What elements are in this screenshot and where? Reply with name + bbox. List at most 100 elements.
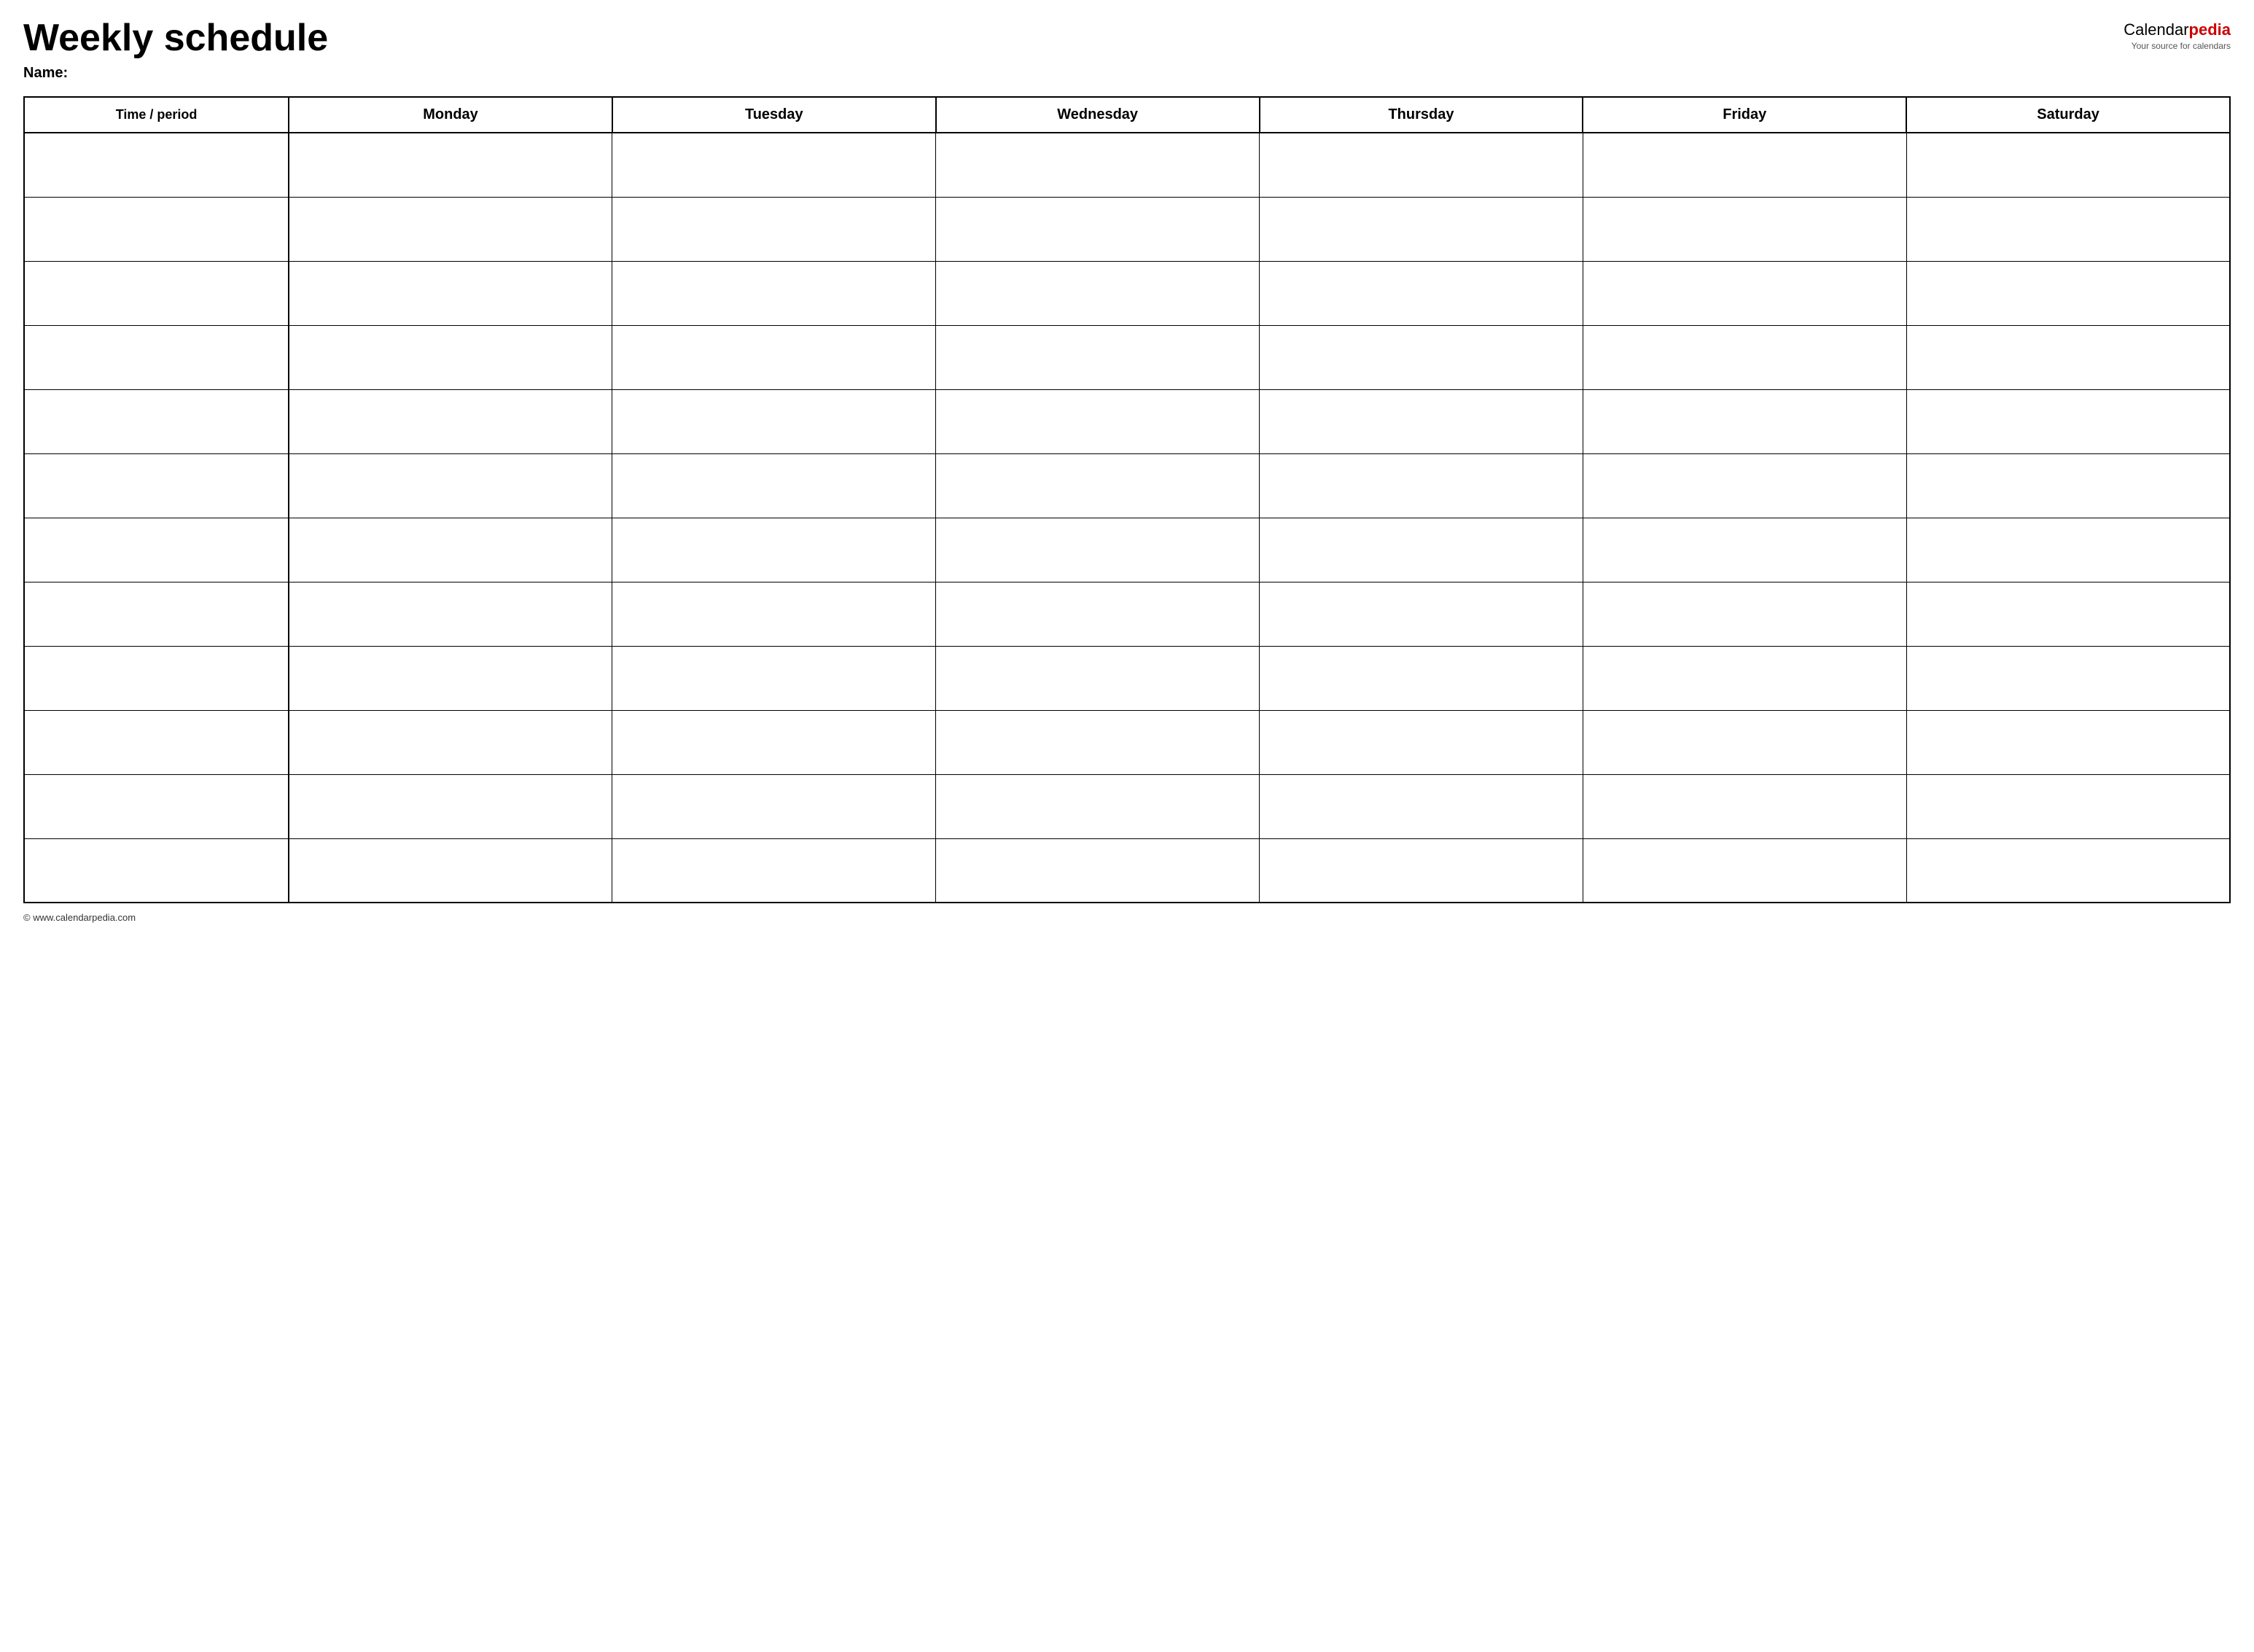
schedule-cell[interactable]: [289, 389, 612, 453]
schedule-cell[interactable]: [1906, 838, 2230, 903]
schedule-cell[interactable]: [1583, 133, 1906, 197]
schedule-cell[interactable]: [289, 774, 612, 838]
schedule-cell[interactable]: [1906, 261, 2230, 325]
schedule-cell[interactable]: [936, 133, 1260, 197]
schedule-cell[interactable]: [936, 710, 1260, 774]
schedule-cell[interactable]: [289, 582, 612, 646]
schedule-cell[interactable]: [936, 518, 1260, 582]
table-header-row: Time / period Monday Tuesday Wednesday T…: [24, 97, 2230, 133]
schedule-cell[interactable]: [1260, 518, 1583, 582]
time-cell[interactable]: [24, 453, 289, 518]
logo-container: Calendarpedia Your source for calendars: [2124, 20, 2231, 51]
time-cell[interactable]: [24, 518, 289, 582]
schedule-cell[interactable]: [1583, 325, 1906, 389]
schedule-cell[interactable]: [1260, 710, 1583, 774]
schedule-cell[interactable]: [1906, 518, 2230, 582]
schedule-cell[interactable]: [612, 710, 936, 774]
schedule-cell[interactable]: [1906, 389, 2230, 453]
schedule-cell[interactable]: [289, 838, 612, 903]
schedule-cell[interactable]: [1260, 646, 1583, 710]
time-cell[interactable]: [24, 838, 289, 903]
name-label: Name:: [23, 65, 2231, 82]
schedule-cell[interactable]: [1260, 133, 1583, 197]
schedule-cell[interactable]: [1583, 261, 1906, 325]
footer: © www.calendarpedia.com: [23, 912, 2231, 923]
schedule-cell[interactable]: [1906, 646, 2230, 710]
schedule-cell[interactable]: [612, 133, 936, 197]
schedule-cell[interactable]: [612, 389, 936, 453]
schedule-cell[interactable]: [1906, 582, 2230, 646]
schedule-cell[interactable]: [1583, 518, 1906, 582]
time-cell[interactable]: [24, 197, 289, 261]
schedule-cell[interactable]: [936, 261, 1260, 325]
schedule-cell[interactable]: [289, 518, 612, 582]
schedule-cell[interactable]: [289, 325, 612, 389]
schedule-cell[interactable]: [1906, 453, 2230, 518]
time-cell[interactable]: [24, 710, 289, 774]
schedule-cell[interactable]: [1583, 197, 1906, 261]
schedule-cell[interactable]: [289, 133, 612, 197]
schedule-cell[interactable]: [1906, 133, 2230, 197]
schedule-cell[interactable]: [289, 710, 612, 774]
schedule-cell[interactable]: [612, 774, 936, 838]
schedule-cell[interactable]: [1260, 453, 1583, 518]
time-cell[interactable]: [24, 646, 289, 710]
schedule-cell[interactable]: [936, 453, 1260, 518]
table-row: [24, 838, 2230, 903]
table-row: [24, 646, 2230, 710]
schedule-cell[interactable]: [1260, 389, 1583, 453]
schedule-cell[interactable]: [1260, 325, 1583, 389]
schedule-cell[interactable]: [1260, 261, 1583, 325]
schedule-cell[interactable]: [1906, 774, 2230, 838]
schedule-cell[interactable]: [289, 261, 612, 325]
schedule-cell[interactable]: [1906, 325, 2230, 389]
schedule-cell[interactable]: [936, 197, 1260, 261]
schedule-cell[interactable]: [1260, 582, 1583, 646]
schedule-cell[interactable]: [1906, 197, 2230, 261]
time-cell[interactable]: [24, 325, 289, 389]
header-saturday: Saturday: [1906, 97, 2230, 133]
table-row: [24, 389, 2230, 453]
schedule-cell[interactable]: [1583, 646, 1906, 710]
schedule-cell[interactable]: [1260, 774, 1583, 838]
schedule-cell[interactable]: [936, 838, 1260, 903]
schedule-cell[interactable]: [1583, 838, 1906, 903]
schedule-cell[interactable]: [1583, 710, 1906, 774]
header-wednesday: Wednesday: [936, 97, 1260, 133]
schedule-cell[interactable]: [936, 389, 1260, 453]
schedule-cell[interactable]: [612, 453, 936, 518]
schedule-cell[interactable]: [936, 774, 1260, 838]
schedule-cell[interactable]: [289, 197, 612, 261]
schedule-cell[interactable]: [1583, 389, 1906, 453]
schedule-cell[interactable]: [612, 646, 936, 710]
table-row: [24, 518, 2230, 582]
schedule-cell[interactable]: [289, 646, 612, 710]
logo-text: Calendarpedia: [2124, 20, 2231, 39]
time-cell[interactable]: [24, 389, 289, 453]
table-row: [24, 710, 2230, 774]
schedule-cell[interactable]: [936, 646, 1260, 710]
schedule-cell[interactable]: [612, 325, 936, 389]
schedule-cell[interactable]: [1906, 710, 2230, 774]
schedule-cell[interactable]: [1583, 774, 1906, 838]
schedule-table: Time / period Monday Tuesday Wednesday T…: [23, 96, 2231, 903]
time-cell[interactable]: [24, 582, 289, 646]
time-cell[interactable]: [24, 261, 289, 325]
schedule-cell[interactable]: [1583, 453, 1906, 518]
schedule-cell[interactable]: [612, 197, 936, 261]
table-row: [24, 325, 2230, 389]
time-cell[interactable]: [24, 133, 289, 197]
schedule-cell[interactable]: [936, 325, 1260, 389]
schedule-cell[interactable]: [1260, 838, 1583, 903]
schedule-cell[interactable]: [1583, 582, 1906, 646]
header-time-period: Time / period: [24, 97, 289, 133]
schedule-cell[interactable]: [936, 582, 1260, 646]
time-cell[interactable]: [24, 774, 289, 838]
table-row: [24, 582, 2230, 646]
schedule-cell[interactable]: [612, 582, 936, 646]
schedule-cell[interactable]: [1260, 197, 1583, 261]
schedule-cell[interactable]: [612, 518, 936, 582]
schedule-cell[interactable]: [612, 261, 936, 325]
schedule-cell[interactable]: [289, 453, 612, 518]
schedule-cell[interactable]: [612, 838, 936, 903]
